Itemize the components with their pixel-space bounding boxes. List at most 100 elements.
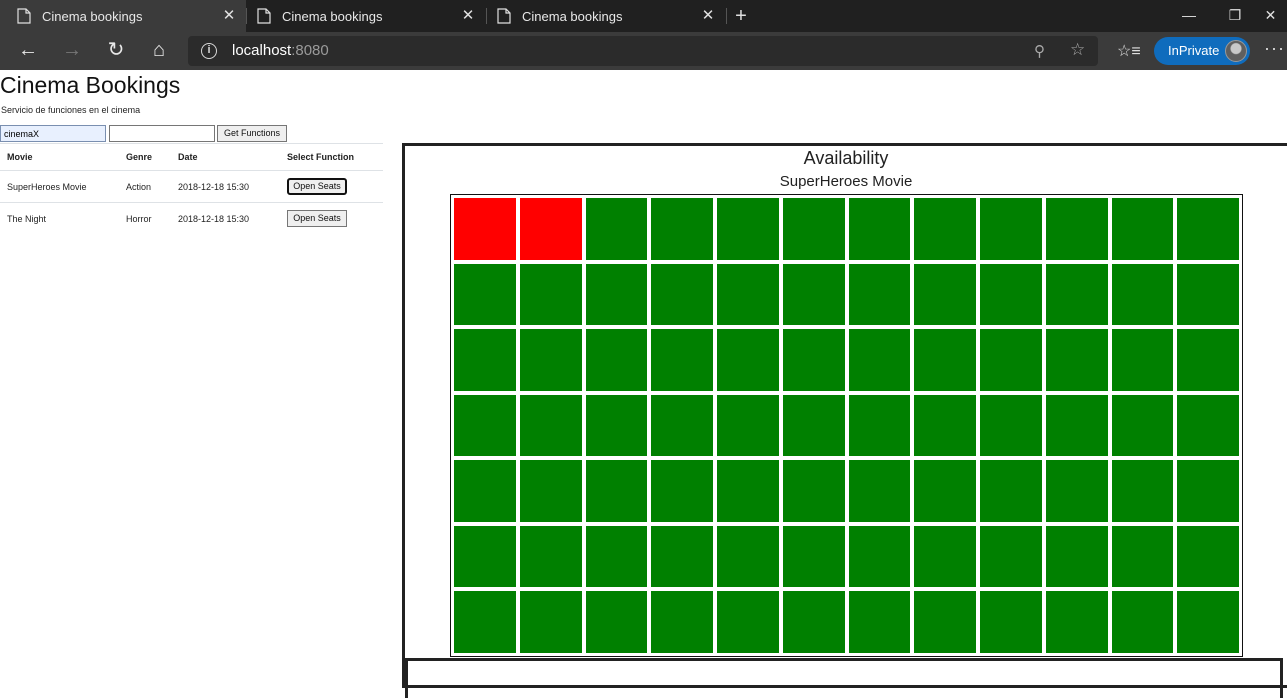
seat-available[interactable] [781, 524, 846, 589]
seat-available[interactable] [453, 459, 517, 523]
more-icon[interactable]: ··· [1264, 38, 1285, 59]
seat-available[interactable] [716, 393, 780, 458]
seat-available[interactable] [913, 197, 977, 261]
new-tab-icon[interactable]: + [730, 5, 752, 27]
seat-available[interactable] [1176, 393, 1240, 458]
seat-taken[interactable] [518, 197, 583, 261]
seat-available[interactable] [584, 197, 649, 261]
seat-available[interactable] [847, 328, 912, 392]
seat-available[interactable] [913, 393, 977, 458]
seat-available[interactable] [584, 328, 649, 392]
seat-available[interactable] [781, 590, 846, 654]
seat-available[interactable] [913, 524, 977, 589]
favorites-icon[interactable]: ☆≡ [1117, 41, 1141, 61]
seat-available[interactable] [716, 459, 780, 523]
date-input[interactable] [109, 125, 215, 142]
seat-available[interactable] [979, 197, 1043, 261]
open-seats-button[interactable]: Open Seats [287, 210, 347, 228]
seat-available[interactable] [1176, 524, 1240, 589]
address-bar[interactable]: i localhost:8080 ⚲ ☆ [188, 36, 1098, 66]
seat-available[interactable] [847, 197, 912, 261]
restore-icon[interactable]: ❐ [1212, 0, 1258, 32]
seat-available[interactable] [979, 524, 1043, 589]
seat-available[interactable] [1110, 524, 1175, 589]
seat-available[interactable] [650, 328, 714, 392]
minimize-icon[interactable]: — [1166, 0, 1212, 32]
seat-available[interactable] [1176, 262, 1240, 327]
seat-available[interactable] [781, 459, 846, 523]
seat-available[interactable] [847, 590, 912, 654]
seat-available[interactable] [1044, 393, 1109, 458]
seat-available[interactable] [650, 590, 714, 654]
seat-available[interactable] [781, 393, 846, 458]
seat-taken[interactable] [453, 197, 517, 261]
back-icon[interactable]: ← [16, 39, 40, 63]
close-icon[interactable]: ✕ [220, 7, 238, 25]
seat-available[interactable] [650, 393, 714, 458]
seat-available[interactable] [453, 524, 517, 589]
seat-available[interactable] [781, 262, 846, 327]
seat-available[interactable] [979, 590, 1043, 654]
open-seats-button[interactable]: Open Seats [287, 178, 347, 195]
seat-available[interactable] [979, 459, 1043, 523]
seat-available[interactable] [1110, 459, 1175, 523]
seat-available[interactable] [1110, 590, 1175, 654]
seat-available[interactable] [584, 524, 649, 589]
seat-available[interactable] [650, 459, 714, 523]
refresh-icon[interactable]: ↻ [104, 39, 128, 63]
seat-available[interactable] [979, 393, 1043, 458]
seat-available[interactable] [584, 262, 649, 327]
seat-available[interactable] [1176, 328, 1240, 392]
seat-available[interactable] [716, 524, 780, 589]
inprivate-badge[interactable]: InPrivate [1154, 37, 1250, 65]
seat-available[interactable] [913, 262, 977, 327]
seat-available[interactable] [1044, 197, 1109, 261]
seat-available[interactable] [913, 328, 977, 392]
seat-available[interactable] [453, 262, 517, 327]
seat-available[interactable] [453, 328, 517, 392]
seat-available[interactable] [1044, 524, 1109, 589]
seat-available[interactable] [847, 262, 912, 327]
get-functions-button[interactable]: Get Functions [217, 125, 287, 142]
seat-available[interactable] [518, 262, 583, 327]
seat-available[interactable] [518, 393, 583, 458]
star-icon[interactable]: ☆ [1070, 40, 1085, 60]
seat-available[interactable] [1110, 328, 1175, 392]
seat-available[interactable] [1176, 197, 1240, 261]
seat-available[interactable] [650, 197, 714, 261]
seat-available[interactable] [913, 459, 977, 523]
seat-available[interactable] [847, 459, 912, 523]
seat-available[interactable] [1044, 459, 1109, 523]
info-icon[interactable]: i [201, 43, 217, 59]
seat-available[interactable] [913, 590, 977, 654]
forward-icon[interactable]: → [60, 39, 84, 63]
seat-available[interactable] [453, 590, 517, 654]
zoom-icon[interactable]: ⚲ [1034, 42, 1045, 60]
close-icon[interactable]: ✕ [459, 7, 477, 25]
tab-3[interactable]: Cinema bookings ✕ [487, 0, 725, 32]
seat-available[interactable] [979, 262, 1043, 327]
seat-available[interactable] [518, 524, 583, 589]
seat-available[interactable] [1110, 393, 1175, 458]
seat-available[interactable] [781, 197, 846, 261]
tab-1[interactable]: Cinema bookings ✕ [0, 0, 246, 32]
seat-available[interactable] [1110, 197, 1175, 261]
seat-available[interactable] [1044, 262, 1109, 327]
seat-available[interactable] [847, 393, 912, 458]
seat-available[interactable] [1044, 590, 1109, 654]
seat-available[interactable] [584, 393, 649, 458]
cinema-name-input[interactable] [0, 125, 106, 142]
seat-available[interactable] [716, 590, 780, 654]
seat-available[interactable] [650, 524, 714, 589]
seat-available[interactable] [1044, 328, 1109, 392]
seat-available[interactable] [847, 524, 912, 589]
tab-2[interactable]: Cinema bookings ✕ [247, 0, 485, 32]
home-icon[interactable]: ⌂ [147, 39, 171, 63]
seat-available[interactable] [781, 328, 846, 392]
close-icon[interactable]: ✕ [699, 7, 717, 25]
seat-available[interactable] [716, 197, 780, 261]
seat-available[interactable] [518, 590, 583, 654]
seat-available[interactable] [716, 262, 780, 327]
seat-available[interactable] [584, 590, 649, 654]
seat-available[interactable] [716, 328, 780, 392]
